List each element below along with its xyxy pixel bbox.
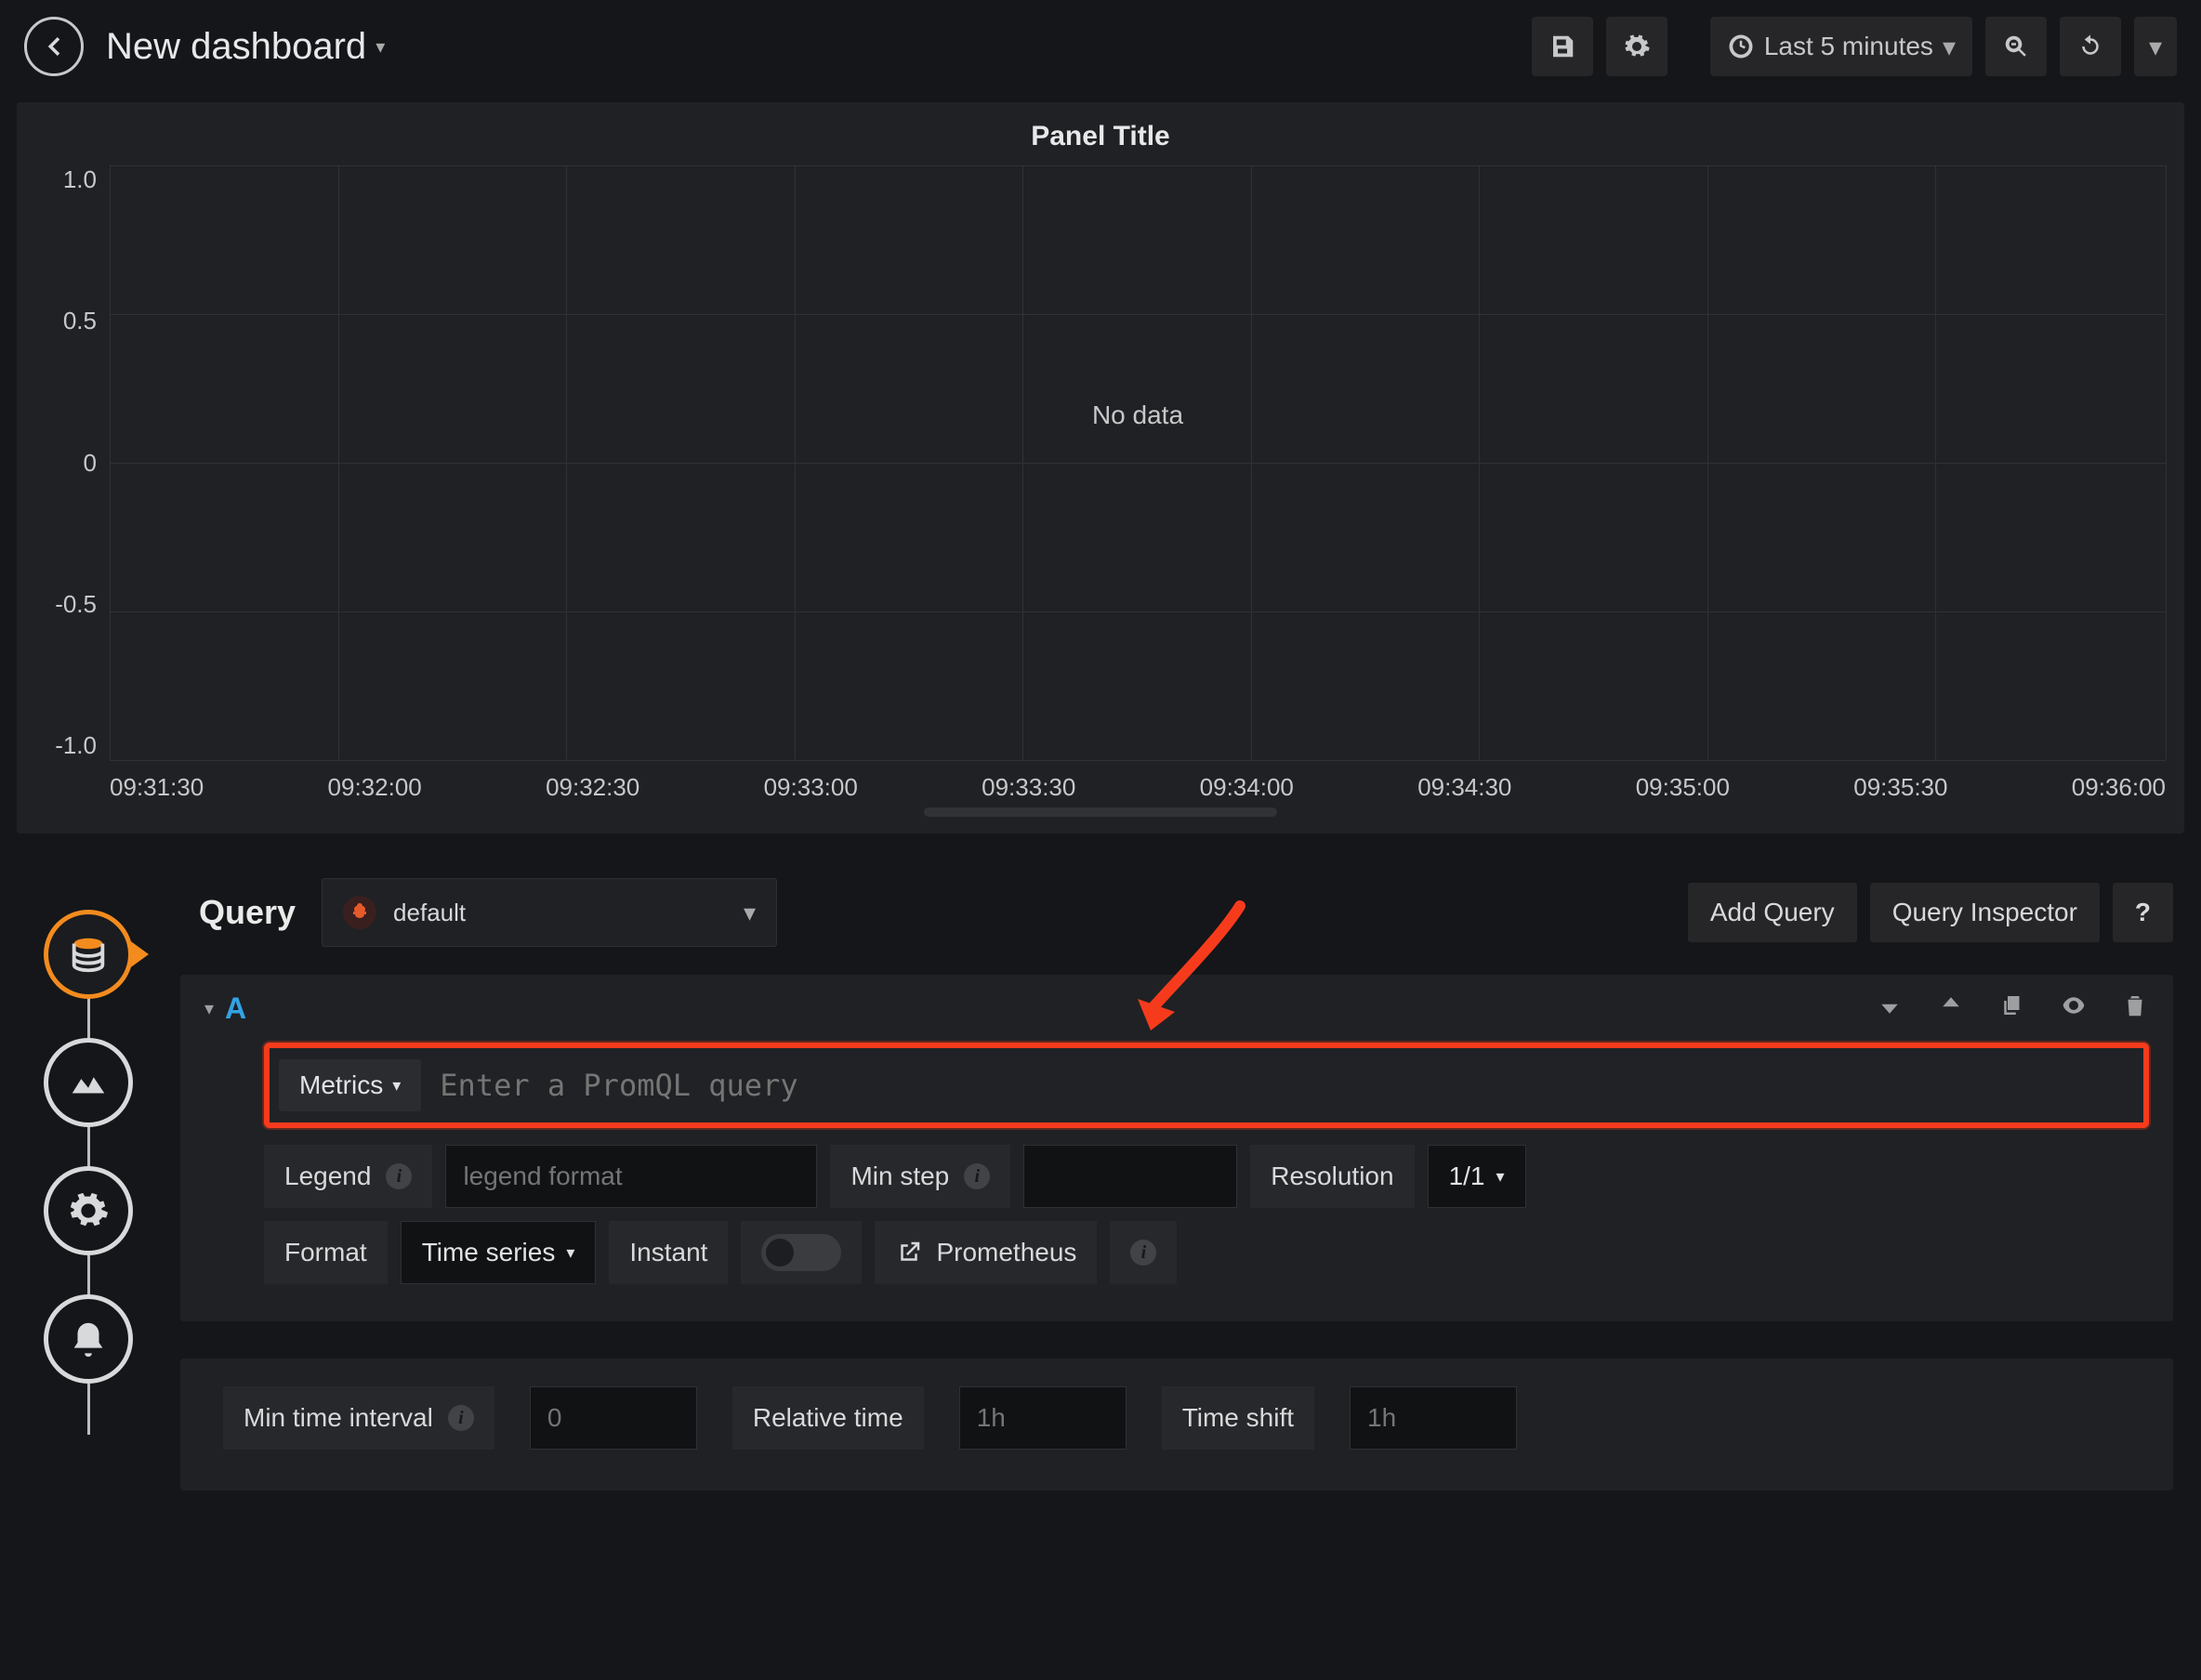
- minstep-input[interactable]: [1023, 1145, 1237, 1208]
- gear-icon: [1623, 33, 1651, 60]
- query-options-block: Min time interval i Relative time Time s…: [180, 1358, 2173, 1490]
- chart-plot: No data: [110, 165, 2166, 760]
- refresh-icon: [2076, 33, 2104, 60]
- save-dashboard-button[interactable]: [1532, 17, 1593, 76]
- instant-toggle[interactable]: [761, 1234, 841, 1271]
- caret-down-icon: ▾: [566, 1243, 574, 1263]
- query-row-a: ▾ A Metrics ▾: [180, 975, 2173, 1321]
- back-button[interactable]: [24, 17, 84, 76]
- top-bar: New dashboard ▾ Last 5 minutes ▾: [0, 0, 2201, 93]
- rail-tab-visualization[interactable]: [44, 1038, 133, 1127]
- legend-label: Legend i: [264, 1145, 432, 1208]
- info-icon[interactable]: i: [386, 1163, 412, 1189]
- external-link-icon: [895, 1239, 923, 1267]
- dashboard-title: New dashboard: [106, 26, 366, 68]
- arrow-left-icon: [40, 33, 68, 60]
- info-icon[interactable]: i: [448, 1405, 474, 1431]
- toggle-query-visibility-button[interactable]: [2060, 991, 2088, 1026]
- resolution-label: Resolution: [1250, 1145, 1414, 1208]
- caret-down-icon: ▾: [392, 1076, 401, 1096]
- add-query-button[interactable]: Add Query: [1688, 883, 1857, 942]
- min-interval-input[interactable]: [530, 1386, 697, 1450]
- datasource-name: default: [393, 899, 466, 927]
- save-icon: [1549, 33, 1576, 60]
- refresh-interval-dropdown[interactable]: ▾: [2134, 17, 2177, 76]
- chart-panel: Panel Title 1.0 0.5 0 -0.5 -1.0: [17, 102, 2184, 833]
- caret-down-icon: ▾: [376, 35, 385, 59]
- query-section-title: Query: [199, 893, 296, 932]
- format-label: Format: [264, 1221, 388, 1284]
- time-range-label: Last 5 minutes: [1764, 32, 1933, 61]
- query-ref-id: A: [225, 991, 246, 1026]
- time-shift-label: Time shift: [1162, 1386, 1314, 1450]
- x-axis: 09:31:30 09:32:00 09:32:30 09:33:00 09:3…: [110, 760, 2166, 802]
- query-header: Query default ▾ Add Query Query Inspecto…: [177, 871, 2173, 975]
- collapse-toggle[interactable]: ▾: [204, 997, 214, 1020]
- format-select[interactable]: Time series ▾: [401, 1221, 597, 1284]
- query-inspector-button[interactable]: Query Inspector: [1870, 883, 2100, 942]
- datasource-picker[interactable]: default ▾: [322, 878, 777, 947]
- resolution-select[interactable]: 1/1 ▾: [1428, 1145, 1526, 1208]
- chart-grid: [110, 165, 2166, 760]
- relative-time-input[interactable]: [959, 1386, 1127, 1450]
- prometheus-link[interactable]: Prometheus: [875, 1221, 1097, 1284]
- zoom-out-icon: [2002, 33, 2030, 60]
- metrics-dropdown[interactable]: Metrics ▾: [279, 1059, 421, 1111]
- no-data-message: No data: [1092, 400, 1183, 430]
- info-icon[interactable]: i: [1130, 1240, 1156, 1266]
- clock-icon: [1727, 33, 1755, 60]
- rail-tab-queries[interactable]: [44, 910, 133, 999]
- move-query-down-button[interactable]: [1876, 991, 1904, 1026]
- prometheus-link-info: i: [1110, 1221, 1177, 1284]
- relative-time-label: Relative time: [732, 1386, 924, 1450]
- min-interval-label: Min time interval i: [223, 1386, 494, 1450]
- rail-tab-alert[interactable]: [44, 1294, 133, 1384]
- caret-down-icon: ▾: [1943, 32, 1956, 62]
- zoom-out-button[interactable]: [1985, 17, 2047, 76]
- y-axis: 1.0 0.5 0 -0.5 -1.0: [35, 165, 110, 760]
- remove-query-button[interactable]: [2121, 991, 2149, 1026]
- caret-down-icon: ▾: [744, 899, 756, 927]
- panel-title: Panel Title: [35, 115, 2166, 165]
- time-shift-input[interactable]: [1350, 1386, 1517, 1450]
- minstep-label: Min step i: [830, 1145, 1010, 1208]
- query-help-button[interactable]: ?: [2113, 883, 2173, 942]
- instant-label: Instant: [609, 1221, 728, 1284]
- duplicate-query-button[interactable]: [1998, 991, 2026, 1026]
- prometheus-icon: [343, 896, 376, 929]
- dashboard-title-dropdown[interactable]: New dashboard ▾: [106, 26, 385, 68]
- caret-down-icon: ▾: [2149, 32, 2162, 62]
- refresh-button[interactable]: [2060, 17, 2121, 76]
- rail-tab-general[interactable]: [44, 1166, 133, 1255]
- panel-resize-handle[interactable]: [924, 807, 1277, 817]
- editor-side-rail: [0, 871, 177, 1490]
- promql-input[interactable]: [421, 1068, 2143, 1103]
- settings-button[interactable]: [1606, 17, 1667, 76]
- promql-query-row: Metrics ▾: [264, 1043, 2149, 1128]
- time-range-picker[interactable]: Last 5 minutes ▾: [1710, 17, 1972, 76]
- info-icon[interactable]: i: [964, 1163, 990, 1189]
- legend-input[interactable]: [445, 1145, 817, 1208]
- instant-toggle-wrap: [741, 1221, 862, 1284]
- move-query-up-button[interactable]: [1937, 991, 1965, 1026]
- caret-down-icon: ▾: [1496, 1167, 1505, 1187]
